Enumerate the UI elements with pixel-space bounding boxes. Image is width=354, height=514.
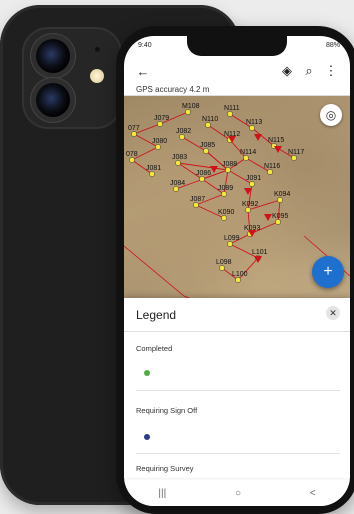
survey-point-label: N116: [264, 163, 280, 170]
legend-swatch-completed: [144, 370, 150, 376]
survey-point[interactable]: [199, 176, 205, 182]
mic-icon: [95, 47, 100, 52]
survey-point-label: N113: [246, 119, 262, 126]
survey-point[interactable]: [155, 144, 161, 150]
survey-point-label: 077: [128, 125, 140, 132]
survey-point-label: K090: [218, 209, 234, 216]
survey-point[interactable]: [173, 186, 179, 192]
back-nav-icon[interactable]: <: [310, 488, 316, 499]
search-icon[interactable]: ⌕: [298, 63, 320, 79]
survey-point[interactable]: [221, 191, 227, 197]
front-phone: 9:40 88% ← ◈ ⌕ ⋮ GPS accuracy 4.2 m M108…: [116, 26, 354, 514]
survey-point[interactable]: [221, 215, 227, 221]
survey-point-label: J089: [218, 185, 233, 192]
survey-point-label: J083: [172, 154, 187, 161]
survey-point-label: J084: [170, 180, 185, 187]
survey-point-label: L098: [216, 259, 232, 266]
survey-point[interactable]: [203, 148, 209, 154]
legend-title: Legend: [136, 308, 177, 322]
survey-point-label: N111: [224, 105, 240, 112]
flash-icon: [90, 69, 104, 83]
notch: [187, 36, 287, 56]
survey-point[interactable]: [225, 167, 231, 173]
survey-point[interactable]: [157, 121, 163, 127]
legend-panel: Legend ✕ Completed Requiring Sign Off Re…: [124, 298, 350, 478]
survey-point[interactable]: [205, 122, 211, 128]
survey-point-label: L100: [232, 271, 248, 278]
screen: 9:40 88% ← ◈ ⌕ ⋮ GPS accuracy 4.2 m M108…: [124, 36, 350, 506]
survey-point-label: J091: [246, 175, 261, 182]
survey-point-label: L101: [252, 249, 268, 256]
marker-icon: [264, 214, 272, 221]
survey-point-label: 078: [126, 151, 138, 158]
camera-lens-icon: [36, 83, 70, 117]
survey-point[interactable]: [277, 197, 283, 203]
crosshair-icon[interactable]: ◎: [320, 104, 342, 126]
status-time: 9:40: [138, 41, 152, 49]
survey-point-label: K094: [274, 191, 290, 198]
survey-point-label: J088: [222, 161, 237, 168]
survey-point-label: N115: [268, 137, 284, 144]
legend-label-requiring-survey: Requiring Survey: [136, 464, 194, 473]
survey-point-label: K095: [272, 213, 288, 220]
recent-apps-icon[interactable]: |||: [158, 488, 166, 499]
layers-icon[interactable]: ◈: [276, 63, 298, 79]
survey-point[interactable]: [227, 111, 233, 117]
survey-point-label: M108: [182, 103, 200, 110]
survey-point-label: J085: [200, 142, 215, 149]
more-vert-icon[interactable]: ⋮: [320, 63, 342, 79]
survey-point[interactable]: [245, 207, 251, 213]
survey-point[interactable]: [249, 181, 255, 187]
divider: [124, 331, 350, 332]
survey-point[interactable]: [149, 171, 155, 177]
marker-icon: [210, 166, 218, 173]
survey-point[interactable]: [243, 155, 249, 161]
survey-point[interactable]: [291, 155, 297, 161]
camera-module: [22, 27, 122, 129]
survey-point[interactable]: [131, 131, 137, 137]
add-button[interactable]: +: [312, 256, 344, 288]
survey-point-label: K092: [242, 201, 258, 208]
survey-point[interactable]: [129, 157, 135, 163]
marker-icon: [274, 146, 282, 153]
survey-point[interactable]: [179, 134, 185, 140]
survey-point[interactable]: [275, 219, 281, 225]
survey-point-label: N114: [240, 149, 256, 156]
camera-lens-icon: [36, 39, 70, 73]
survey-point-label: N110: [202, 116, 218, 123]
survey-point-label: J080: [152, 138, 167, 145]
survey-point-label: L099: [224, 235, 240, 242]
survey-point[interactable]: [227, 241, 233, 247]
system-nav-bar: ||| ○ <: [124, 480, 350, 506]
divider: [136, 453, 340, 454]
survey-point[interactable]: [193, 202, 199, 208]
survey-point-label: J087: [190, 196, 205, 203]
marker-icon: [254, 256, 262, 263]
legend-swatch-requiring-sign-off: [144, 434, 150, 440]
survey-point[interactable]: [219, 265, 225, 271]
survey-point[interactable]: [175, 160, 181, 166]
close-icon[interactable]: ✕: [326, 306, 340, 320]
survey-point-label: J086: [196, 170, 211, 177]
home-icon[interactable]: ○: [235, 488, 241, 499]
survey-point[interactable]: [267, 169, 273, 175]
toolbar: ← ◈ ⌕ ⋮: [124, 58, 350, 84]
survey-point-label: J079: [154, 115, 169, 122]
survey-point[interactable]: [185, 109, 191, 115]
legend-label-completed: Completed: [136, 344, 173, 353]
status-battery: 88%: [325, 41, 340, 49]
survey-point[interactable]: [249, 125, 255, 131]
survey-point-label: N117: [288, 149, 304, 156]
gps-accuracy: GPS accuracy 4.2 m: [124, 84, 350, 96]
marker-icon: [254, 134, 262, 141]
arrow-left-icon[interactable]: ←: [132, 64, 154, 79]
survey-point-label: J081: [146, 165, 161, 172]
legend-label-requiring-sign-off: Requiring Sign Off: [136, 406, 198, 415]
survey-point-label: J082: [176, 128, 191, 135]
divider: [136, 390, 340, 391]
survey-point[interactable]: [235, 277, 241, 283]
